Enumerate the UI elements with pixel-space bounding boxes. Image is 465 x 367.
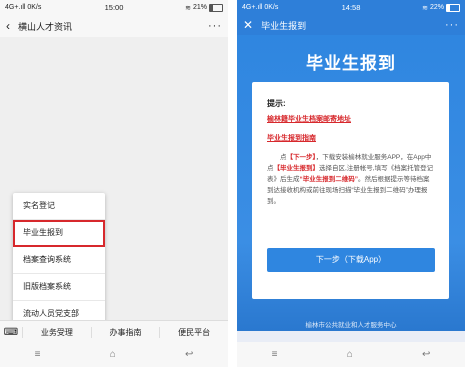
popup-menu: 实名登记 毕业生报到 档案查询系统 旧版档案系统 流动人员党支部 [13,193,105,327]
banner-title: 毕业生报到 [306,54,396,73]
banner-area: 毕业生报到 提示: 榆林籍毕业生档案邮寄地址 毕业生报到指南 点【下一步】，下载… [237,35,465,331]
status-bar: 4G+.ıll 0K/s 14:58 ≋ 22% [237,0,465,15]
status-time: 14:58 [341,3,361,12]
page-title: 横山人才资讯 [18,21,73,32]
title-bar: ‹ 横山人才资讯 ··· [0,15,228,37]
menu-item-old-archive[interactable]: 旧版档案系统 [13,274,105,301]
report-guide-link[interactable]: 毕业生报到指南 [267,133,316,143]
status-bar: 4G+.ıll 0K/s 15:00 ≋ 21% [0,0,228,15]
status-time: 15:00 [104,3,124,12]
tip-label: 提示: [267,99,286,108]
title-bar: ✕ 毕业生报到 ··· [237,15,465,35]
menu-nav-icon[interactable]: ≡ [35,349,41,360]
bottom-menu-bar: ⌨ 业务受理 办事指南 便民平台 [0,320,228,343]
footer-org: 榆林市公共就业和人才服务中心 [305,322,397,329]
home-nav-icon[interactable]: ⌂ [110,349,116,360]
menu-guide[interactable]: 办事指南 [90,326,160,338]
instruction-text: 点【下一步】，下载安装榆林就业服务APP，在App中点【毕业生报到】选择自区,注… [267,152,435,207]
keyboard-icon[interactable]: ⌨ [0,327,22,338]
menu-business[interactable]: 业务受理 [22,326,91,338]
text-highlight: 【下一步】 [286,154,316,161]
text-highlight: “毕业生报到二维码” [299,176,359,183]
menu-item-archive-query[interactable]: 档案查询系统 [13,247,105,274]
menu-platform[interactable]: 便民平台 [159,326,228,338]
archive-address-link[interactable]: 榆林籍毕业生档案邮寄地址 [267,114,351,124]
text-highlight: 【毕业生报到】 [273,165,320,172]
info-card: 提示: 榆林籍毕业生档案邮寄地址 毕业生报到指南 点【下一步】，下载安装榆林就业… [252,82,449,299]
next-download-button[interactable]: 下一步（下载App） [267,248,435,272]
system-nav-bar: ≡ ⌂ ↩ [0,342,228,367]
right-phone-screen: 4G+.ıll 0K/s 14:58 ≋ 22% ✕ 毕业生报到 ··· 毕业生… [237,0,465,367]
home-nav-icon[interactable]: ⌂ [347,349,353,360]
battery-icon [209,3,223,12]
back-nav-icon[interactable]: ↩ [185,349,193,360]
back-nav-icon[interactable]: ↩ [422,349,430,360]
back-arrow-icon[interactable]: ‹ [6,19,10,33]
more-icon[interactable]: ··· [445,19,459,31]
close-icon[interactable]: ✕ [243,18,253,32]
battery-icon [446,3,460,12]
more-icon[interactable]: ··· [208,20,222,32]
menu-item-realname[interactable]: 实名登记 [13,193,105,220]
page-title: 毕业生报到 [261,20,307,31]
left-phone-screen: 4G+.ıll 0K/s 15:00 ≋ 21% ‹ 横山人才资讯 ··· 实名… [0,0,228,367]
system-nav-bar: ≡ ⌂ ↩ [237,342,465,367]
menu-item-graduate-report[interactable]: 毕业生报到 [13,220,105,247]
menu-nav-icon[interactable]: ≡ [272,349,278,360]
